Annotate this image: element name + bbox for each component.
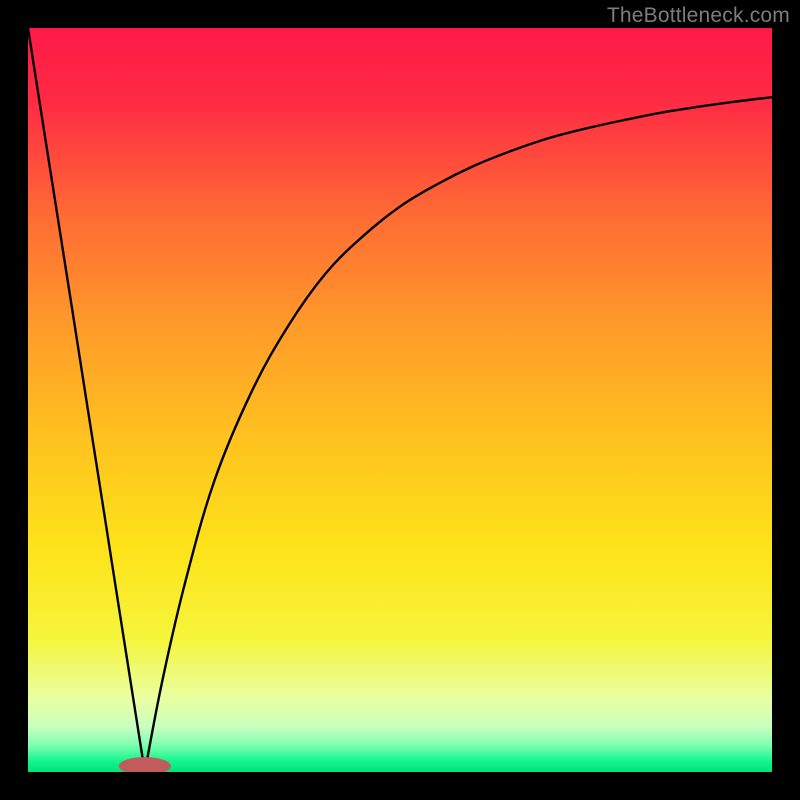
plot-area — [28, 28, 772, 772]
curve-left-branch — [28, 28, 145, 772]
sweet-spot-marker — [119, 757, 171, 772]
curve-right-branch — [145, 97, 772, 772]
watermark-text: TheBottleneck.com — [607, 4, 790, 28]
chart-curves — [28, 28, 772, 772]
chart-frame: TheBottleneck.com — [0, 0, 800, 800]
